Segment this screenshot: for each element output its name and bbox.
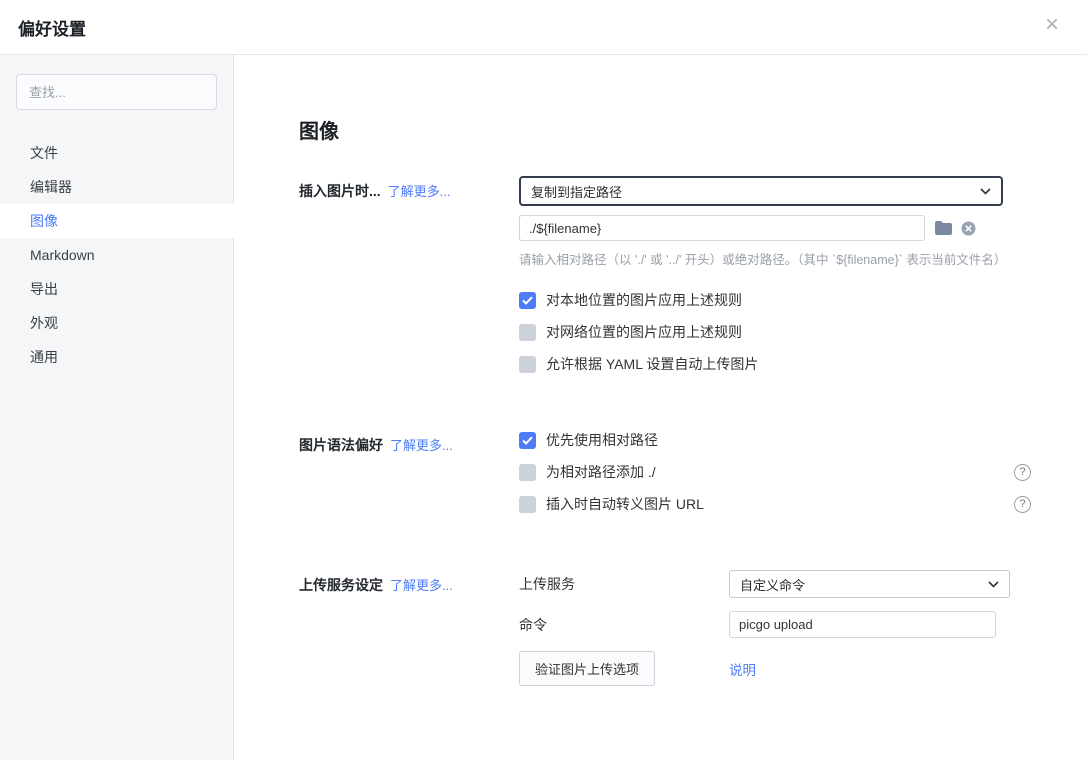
upload-service-label: 上传服务 [519, 574, 729, 594]
upload-service-select[interactable]: 自定义命令 [729, 570, 1010, 598]
learn-more-link[interactable]: 了解更多... [388, 184, 451, 199]
clear-input-icon[interactable] [961, 221, 976, 236]
checkbox[interactable] [519, 324, 536, 341]
sidebar: 文件 编辑器 图像 Markdown 导出 外观 通用 [0, 55, 234, 760]
checkbox[interactable] [519, 464, 536, 481]
help-icon[interactable]: ? [1014, 496, 1031, 513]
window-body: 文件 编辑器 图像 Markdown 导出 外观 通用 图像 插入图片时... 了… [0, 55, 1087, 760]
checkbox-row-escape-url[interactable]: 插入时自动转义图片 URL ? [519, 494, 1031, 514]
sidebar-item-image[interactable]: 图像 [0, 204, 234, 238]
checkbox[interactable] [519, 496, 536, 513]
checkbox-label: 优先使用相对路径 [546, 430, 658, 450]
upload-doc-link[interactable]: 说明 [729, 659, 756, 679]
image-action-select[interactable]: 复制到指定路径 [519, 176, 1003, 206]
checkbox-row-yaml-upload[interactable]: 允许根据 YAML 设置自动上传图片 [519, 354, 1031, 374]
checkbox-row-network-images[interactable]: 对网络位置的图片应用上述规则 [519, 322, 1031, 342]
checkbox-row-add-dot-slash[interactable]: 为相对路径添加 ./ ? [519, 462, 1031, 482]
copy-path-input[interactable] [519, 215, 925, 241]
sidebar-item-general[interactable]: 通用 [0, 340, 233, 374]
chevron-down-icon [980, 188, 991, 195]
search-input[interactable] [16, 74, 217, 110]
command-label: 命令 [519, 615, 729, 635]
command-row: 命令 [519, 611, 1047, 638]
insert-image-section-body: 复制到指定路径 [519, 176, 1047, 386]
upload-service-row: 上传服务 自定义命令 [519, 570, 1047, 598]
titlebar: 偏好设置 × [0, 0, 1087, 55]
sidebar-item-file[interactable]: 文件 [0, 136, 233, 170]
sidebar-item-markdown[interactable]: Markdown [0, 238, 233, 272]
upload-service-section-body: 上传服务 自定义命令 命令 验 [519, 570, 1047, 699]
image-syntax-section-label: 图片语法偏好 [299, 437, 383, 453]
search-box [16, 74, 217, 110]
checkbox[interactable] [519, 432, 536, 449]
preferences-window: 偏好设置 × 文件 编辑器 图像 Markdown 导出 外观 通用 图像 插 [0, 0, 1087, 760]
image-syntax-section-body: 优先使用相对路径 为相对路径添加 ./ ? 插入时 [519, 430, 1047, 526]
insert-image-section: 插入图片时... 了解更多... 复制到指定路径 [299, 176, 1047, 386]
checkbox-row-local-images[interactable]: 对本地位置的图片应用上述规则 [519, 290, 1031, 310]
validate-upload-button[interactable]: 验证图片上传选项 [519, 651, 655, 686]
sidebar-item-editor[interactable]: 编辑器 [0, 170, 233, 204]
upload-service-section-label: 上传服务设定 [299, 577, 383, 593]
learn-more-link[interactable]: 了解更多... [390, 578, 453, 593]
insert-rules-checkbox-list: 对本地位置的图片应用上述规则 对网络位置的图片应用上述规则 [519, 290, 1047, 374]
checkbox[interactable] [519, 356, 536, 373]
chevron-down-icon [988, 581, 999, 588]
page-title: 图像 [299, 115, 1047, 144]
learn-more-link[interactable]: 了解更多... [390, 438, 453, 453]
settings-panel: 图像 插入图片时... 了解更多... 复制到指定路径 [234, 55, 1087, 760]
copy-path-row [519, 215, 1047, 241]
section-label-col: 插入图片时... 了解更多... [299, 176, 519, 386]
validate-row: 验证图片上传选项 说明 [519, 651, 1047, 686]
checkbox[interactable] [519, 292, 536, 309]
checkbox-row-relative-path[interactable]: 优先使用相对路径 [519, 430, 1031, 450]
folder-icon[interactable] [935, 221, 952, 235]
sidebar-nav: 文件 编辑器 图像 Markdown 导出 外观 通用 [0, 136, 233, 374]
sidebar-item-appearance[interactable]: 外观 [0, 306, 233, 340]
insert-image-section-label: 插入图片时... [299, 183, 381, 199]
close-icon[interactable]: × [1045, 13, 1059, 37]
section-label-col: 上传服务设定了解更多... [299, 570, 519, 699]
checkbox-label: 允许根据 YAML 设置自动上传图片 [546, 354, 758, 374]
checkbox-label: 对网络位置的图片应用上述规则 [546, 322, 742, 342]
path-hint: 请输入相对路径（以 './' 或 '../' 开头）或绝对路径。（其中 `${f… [519, 249, 1047, 268]
checkbox-label: 为相对路径添加 ./ [546, 462, 656, 482]
path-icons [935, 221, 976, 236]
checkbox-label: 对本地位置的图片应用上述规则 [546, 290, 742, 310]
checkbox-label: 插入时自动转义图片 URL [546, 494, 704, 514]
help-icon[interactable]: ? [1014, 464, 1031, 481]
sidebar-item-export[interactable]: 导出 [0, 272, 233, 306]
image-syntax-section: 图片语法偏好了解更多... 优先使用相对路径 为相对路径添加 ./ [299, 430, 1047, 526]
validate-button-col: 验证图片上传选项 [519, 651, 729, 686]
upload-service-select-value: 自定义命令 [740, 575, 805, 594]
section-label-col: 图片语法偏好了解更多... [299, 430, 519, 526]
window-title: 偏好设置 [18, 15, 86, 40]
image-action-select-value: 复制到指定路径 [531, 182, 622, 201]
upload-service-section: 上传服务设定了解更多... 上传服务 自定义命令 命令 [299, 570, 1047, 699]
command-input[interactable] [729, 611, 996, 638]
